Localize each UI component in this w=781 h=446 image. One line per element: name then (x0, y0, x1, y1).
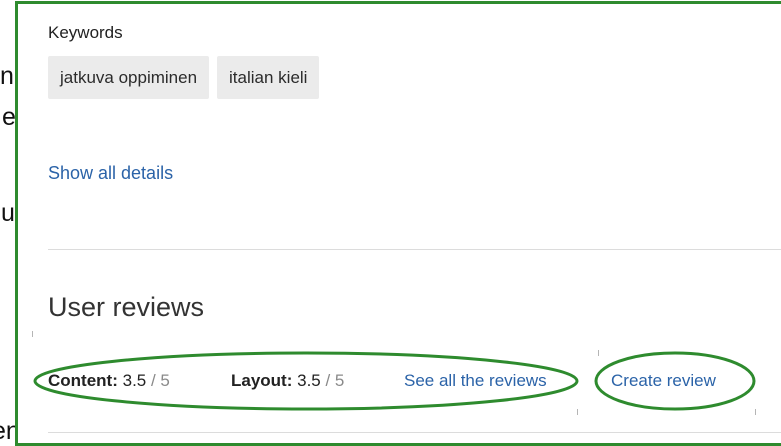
keyword-chip[interactable]: jatkuva oppiminen (48, 56, 210, 99)
content-rating-value: 3.5 (122, 371, 147, 390)
layout-tick (32, 331, 33, 337)
screenshot-stage: n e u en Keywords jatkuva oppiminen ital… (0, 0, 781, 446)
section-divider (48, 432, 781, 433)
content-rating-max: / 5 (146, 371, 170, 390)
see-all-reviews-link[interactable]: See all the reviews (404, 371, 547, 391)
layout-rating-label: Layout: (231, 371, 293, 390)
details-panel: Keywords jatkuva oppiminen italian kieli… (15, 1, 781, 446)
layout-rating: Layout: 3.5 / 5 (231, 371, 344, 391)
background-text-fragment: e (2, 103, 16, 131)
layout-tick (755, 409, 756, 415)
layout-tick (598, 350, 599, 356)
user-reviews-heading: User reviews (48, 292, 205, 322)
content-rating: Content: 3.5 / 5 (48, 371, 170, 391)
create-review-link[interactable]: Create review (611, 371, 716, 391)
layout-rating-max: / 5 (320, 371, 345, 390)
show-all-details-link[interactable]: Show all details (48, 163, 173, 184)
background-text-fragment: u (1, 199, 15, 227)
background-text-fragment: n (0, 62, 14, 90)
keyword-chip[interactable]: italian kieli (217, 56, 320, 99)
content-rating-label: Content: (48, 371, 118, 390)
section-divider (48, 249, 781, 250)
layout-tick (577, 409, 578, 415)
keyword-chip-list: jatkuva oppiminen italian kieli (48, 56, 320, 99)
layout-rating-value: 3.5 (297, 371, 321, 390)
keywords-heading: Keywords (48, 23, 123, 42)
